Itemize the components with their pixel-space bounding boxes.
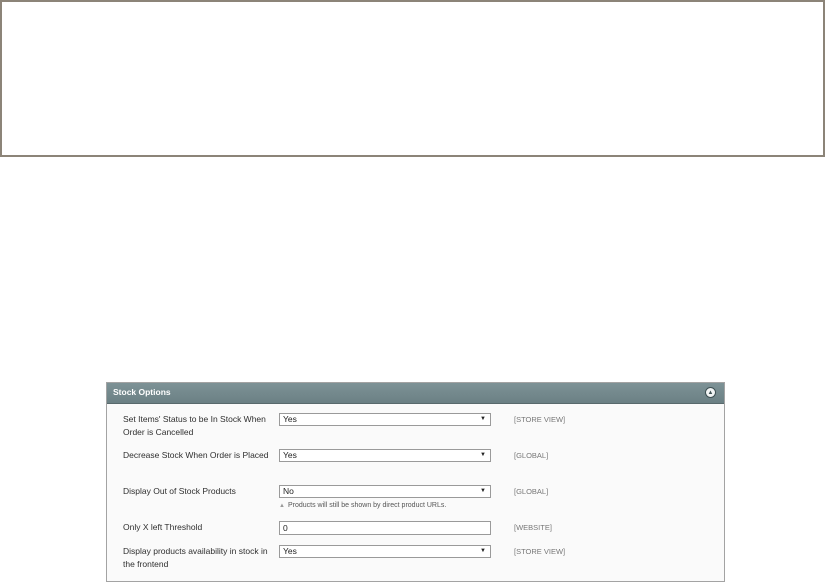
decrease-stock-select[interactable]: Yes ▼ xyxy=(279,449,491,462)
only-x-left-threshold-input[interactable]: 0 xyxy=(279,521,491,535)
field-note: ▲ Products will still be shown by direct … xyxy=(279,501,446,511)
field-label: Decrease Stock When Order is Placed xyxy=(123,450,269,460)
select-value: Yes xyxy=(283,414,297,424)
warning-icon: ▲ xyxy=(279,503,285,509)
scope-label: [WEBSITE] xyxy=(514,523,552,532)
chevron-down-icon: ▼ xyxy=(480,452,486,458)
in-stock-on-cancel-select[interactable]: Yes ▼ xyxy=(279,413,491,426)
top-content-frame xyxy=(0,0,825,157)
panel-title: Stock Options xyxy=(113,387,171,397)
field-label: Only X left Threshold xyxy=(123,522,203,532)
scope-label: [STORE VIEW] xyxy=(514,415,566,424)
scope-label: [GLOBAL] xyxy=(514,451,549,460)
chevron-down-icon: ▼ xyxy=(480,416,486,422)
field-label: Set Items' Status to be In Stock When Or… xyxy=(123,414,266,437)
scope-label: [STORE VIEW] xyxy=(514,547,566,556)
select-value: Yes xyxy=(283,546,297,556)
display-availability-select[interactable]: Yes ▼ xyxy=(279,545,491,558)
display-out-of-stock-select[interactable]: No ▼ xyxy=(279,485,491,498)
scope-label: [GLOBAL] xyxy=(514,487,549,496)
field-note-text: Products will still be shown by direct p… xyxy=(287,502,447,509)
select-value: No xyxy=(283,486,294,496)
select-value: Yes xyxy=(283,450,297,460)
field-label: Display products availability in stock i… xyxy=(123,546,268,569)
chevron-down-icon: ▼ xyxy=(480,548,486,554)
field-label: Display Out of Stock Products xyxy=(123,486,236,496)
panel-header[interactable]: Stock Options ▲ xyxy=(107,383,724,404)
stock-options-panel: Stock Options ▲ Set Items' Status to be … xyxy=(106,382,725,582)
chevron-up-icon[interactable]: ▲ xyxy=(705,387,716,398)
chevron-down-icon: ▼ xyxy=(480,488,486,494)
